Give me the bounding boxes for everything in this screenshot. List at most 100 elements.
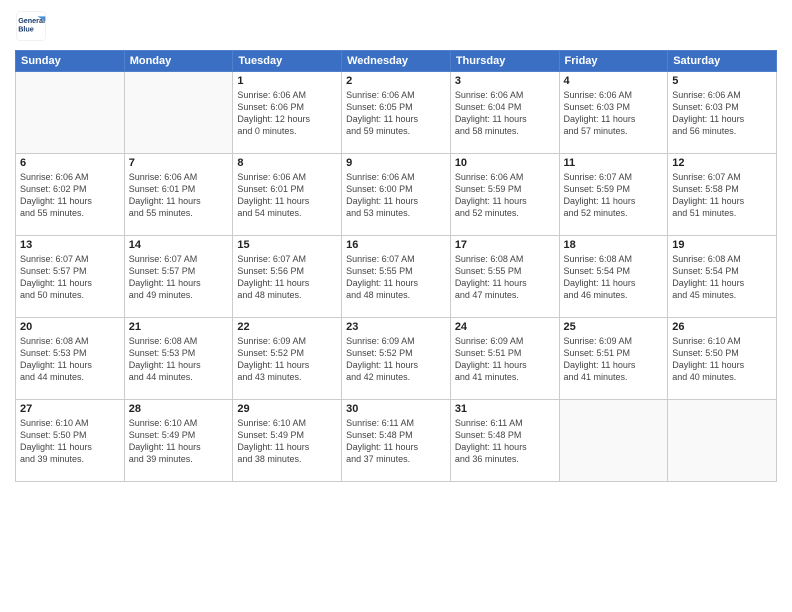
day-info: Sunrise: 6:06 AM Sunset: 5:59 PM Dayligh…: [455, 171, 555, 220]
calendar-cell: 21Sunrise: 6:08 AM Sunset: 5:53 PM Dayli…: [124, 318, 233, 400]
day-info: Sunrise: 6:11 AM Sunset: 5:48 PM Dayligh…: [455, 417, 555, 466]
day-info: Sunrise: 6:10 AM Sunset: 5:49 PM Dayligh…: [237, 417, 337, 466]
calendar-week-3: 13Sunrise: 6:07 AM Sunset: 5:57 PM Dayli…: [16, 236, 777, 318]
day-number: 27: [20, 403, 120, 415]
calendar-cell: 8 Sunrise: 6:06 AM Sunset: 6:01 PM Daylig…: [233, 154, 342, 236]
day-info: Sunrise: 6:06 AM Sunset: 6:01 PM Dayligh…: [237, 171, 337, 220]
calendar-week-1: 1 Sunrise: 6:06 AM Sunset: 6:06 PM Daylig…: [16, 72, 777, 154]
calendar-cell: 6 Sunrise: 6:06 AM Sunset: 6:02 PM Daylig…: [16, 154, 125, 236]
calendar-week-2: 6 Sunrise: 6:06 AM Sunset: 6:02 PM Daylig…: [16, 154, 777, 236]
svg-text:Blue: Blue: [18, 25, 34, 34]
calendar-cell: 10 Sunrise: 6:06 AM Sunset: 5:59 PM Dayli…: [450, 154, 559, 236]
day-number: 17: [455, 239, 555, 251]
day-info: Sunrise: 6:07 AM Sunset: 5:56 PM Dayligh…: [237, 253, 337, 302]
day-info: Sunrise: 6:06 AM Sunset: 6:05 PM Dayligh…: [346, 89, 446, 138]
day-number: 14: [129, 239, 229, 251]
day-number: 22: [237, 321, 337, 333]
day-number: 23: [346, 321, 446, 333]
day-number: 3: [455, 75, 555, 87]
day-info: Sunrise: 6:07 AM Sunset: 5:58 PM Dayligh…: [672, 171, 772, 220]
calendar-cell: 9 Sunrise: 6:06 AM Sunset: 6:00 PM Daylig…: [342, 154, 451, 236]
header: General Blue: [15, 10, 777, 42]
calendar-cell: [16, 72, 125, 154]
day-number: 5: [672, 75, 772, 87]
day-info: Sunrise: 6:09 AM Sunset: 5:51 PM Dayligh…: [455, 335, 555, 384]
calendar-cell: 11 Sunrise: 6:07 AM Sunset: 5:59 PM Dayli…: [559, 154, 668, 236]
day-info: Sunrise: 6:10 AM Sunset: 5:50 PM Dayligh…: [20, 417, 120, 466]
day-number: 7: [129, 157, 229, 169]
day-info: Sunrise: 6:08 AM Sunset: 5:53 PM Dayligh…: [20, 335, 120, 384]
calendar-cell: 19Sunrise: 6:08 AM Sunset: 5:54 PM Dayli…: [668, 236, 777, 318]
day-number: 10: [455, 157, 555, 169]
weekday-header-monday: Monday: [124, 51, 233, 72]
calendar-cell: 5Sunrise: 6:06 AM Sunset: 6:03 PM Daylig…: [668, 72, 777, 154]
day-info: Sunrise: 6:09 AM Sunset: 5:52 PM Dayligh…: [346, 335, 446, 384]
logo: General Blue: [15, 10, 47, 42]
day-number: 24: [455, 321, 555, 333]
calendar-cell: 16 Sunrise: 6:07 AM Sunset: 5:55 PM Dayli…: [342, 236, 451, 318]
day-number: 2: [346, 75, 446, 87]
day-info: Sunrise: 6:06 AM Sunset: 6:03 PM Dayligh…: [564, 89, 664, 138]
page: General Blue SundayMondayTuesdayWednesda…: [0, 0, 792, 612]
day-number: 12: [672, 157, 772, 169]
day-info: Sunrise: 6:07 AM Sunset: 5:57 PM Dayligh…: [20, 253, 120, 302]
day-info: Sunrise: 6:09 AM Sunset: 5:52 PM Dayligh…: [237, 335, 337, 384]
day-info: Sunrise: 6:10 AM Sunset: 5:50 PM Dayligh…: [672, 335, 772, 384]
calendar-week-5: 27 Sunrise: 6:10 AM Sunset: 5:50 PM Dayli…: [16, 400, 777, 482]
weekday-header-wednesday: Wednesday: [342, 51, 451, 72]
day-number: 26: [672, 321, 772, 333]
weekday-header-tuesday: Tuesday: [233, 51, 342, 72]
day-info: Sunrise: 6:06 AM Sunset: 6:06 PM Dayligh…: [237, 89, 337, 138]
calendar-cell: 14 Sunrise: 6:07 AM Sunset: 5:57 PM Dayli…: [124, 236, 233, 318]
calendar-cell: 17 Sunrise: 6:08 AM Sunset: 5:55 PM Dayli…: [450, 236, 559, 318]
calendar-cell: [559, 400, 668, 482]
day-number: 18: [564, 239, 664, 251]
day-number: 1: [237, 75, 337, 87]
day-info: Sunrise: 6:06 AM Sunset: 6:02 PM Dayligh…: [20, 171, 120, 220]
day-info: Sunrise: 6:07 AM Sunset: 5:59 PM Dayligh…: [564, 171, 664, 220]
calendar-cell: 31 Sunrise: 6:11 AM Sunset: 5:48 PM Dayli…: [450, 400, 559, 482]
day-info: Sunrise: 6:06 AM Sunset: 6:04 PM Dayligh…: [455, 89, 555, 138]
calendar-cell: 2 Sunrise: 6:06 AM Sunset: 6:05 PM Daylig…: [342, 72, 451, 154]
weekday-header-friday: Friday: [559, 51, 668, 72]
weekday-header-sunday: Sunday: [16, 51, 125, 72]
day-number: 19: [672, 239, 772, 251]
calendar-cell: 15Sunrise: 6:07 AM Sunset: 5:56 PM Dayli…: [233, 236, 342, 318]
day-info: Sunrise: 6:06 AM Sunset: 6:00 PM Dayligh…: [346, 171, 446, 220]
calendar-cell: 12 Sunrise: 6:07 AM Sunset: 5:58 PM Dayli…: [668, 154, 777, 236]
calendar-cell: 3 Sunrise: 6:06 AM Sunset: 6:04 PM Daylig…: [450, 72, 559, 154]
day-info: Sunrise: 6:07 AM Sunset: 5:57 PM Dayligh…: [129, 253, 229, 302]
calendar-cell: 25 Sunrise: 6:09 AM Sunset: 5:51 PM Dayli…: [559, 318, 668, 400]
day-info: Sunrise: 6:11 AM Sunset: 5:48 PM Dayligh…: [346, 417, 446, 466]
day-info: Sunrise: 6:09 AM Sunset: 5:51 PM Dayligh…: [564, 335, 664, 384]
day-number: 20: [20, 321, 120, 333]
calendar-cell: 28Sunrise: 6:10 AM Sunset: 5:49 PM Dayli…: [124, 400, 233, 482]
day-info: Sunrise: 6:10 AM Sunset: 5:49 PM Dayligh…: [129, 417, 229, 466]
calendar-cell: 7 Sunrise: 6:06 AM Sunset: 6:01 PM Daylig…: [124, 154, 233, 236]
calendar-cell: 20 Sunrise: 6:08 AM Sunset: 5:53 PM Dayli…: [16, 318, 125, 400]
calendar-table: SundayMondayTuesdayWednesdayThursdayFrid…: [15, 50, 777, 482]
day-number: 8: [237, 157, 337, 169]
day-number: 9: [346, 157, 446, 169]
day-number: 6: [20, 157, 120, 169]
calendar-cell: [124, 72, 233, 154]
calendar-cell: 1 Sunrise: 6:06 AM Sunset: 6:06 PM Daylig…: [233, 72, 342, 154]
day-info: Sunrise: 6:08 AM Sunset: 5:54 PM Dayligh…: [564, 253, 664, 302]
day-number: 29: [237, 403, 337, 415]
day-number: 4: [564, 75, 664, 87]
calendar-cell: 4 Sunrise: 6:06 AM Sunset: 6:03 PM Daylig…: [559, 72, 668, 154]
day-info: Sunrise: 6:07 AM Sunset: 5:55 PM Dayligh…: [346, 253, 446, 302]
day-info: Sunrise: 6:08 AM Sunset: 5:55 PM Dayligh…: [455, 253, 555, 302]
calendar-cell: 26 Sunrise: 6:10 AM Sunset: 5:50 PM Dayli…: [668, 318, 777, 400]
day-number: 16: [346, 239, 446, 251]
calendar-cell: 24 Sunrise: 6:09 AM Sunset: 5:51 PM Dayli…: [450, 318, 559, 400]
day-number: 30: [346, 403, 446, 415]
calendar-week-4: 20 Sunrise: 6:08 AM Sunset: 5:53 PM Dayli…: [16, 318, 777, 400]
day-info: Sunrise: 6:06 AM Sunset: 6:01 PM Dayligh…: [129, 171, 229, 220]
weekday-header-thursday: Thursday: [450, 51, 559, 72]
day-number: 25: [564, 321, 664, 333]
logo-icon: General Blue: [15, 10, 47, 42]
day-number: 11: [564, 157, 664, 169]
calendar-cell: 18 Sunrise: 6:08 AM Sunset: 5:54 PM Dayli…: [559, 236, 668, 318]
day-number: 31: [455, 403, 555, 415]
